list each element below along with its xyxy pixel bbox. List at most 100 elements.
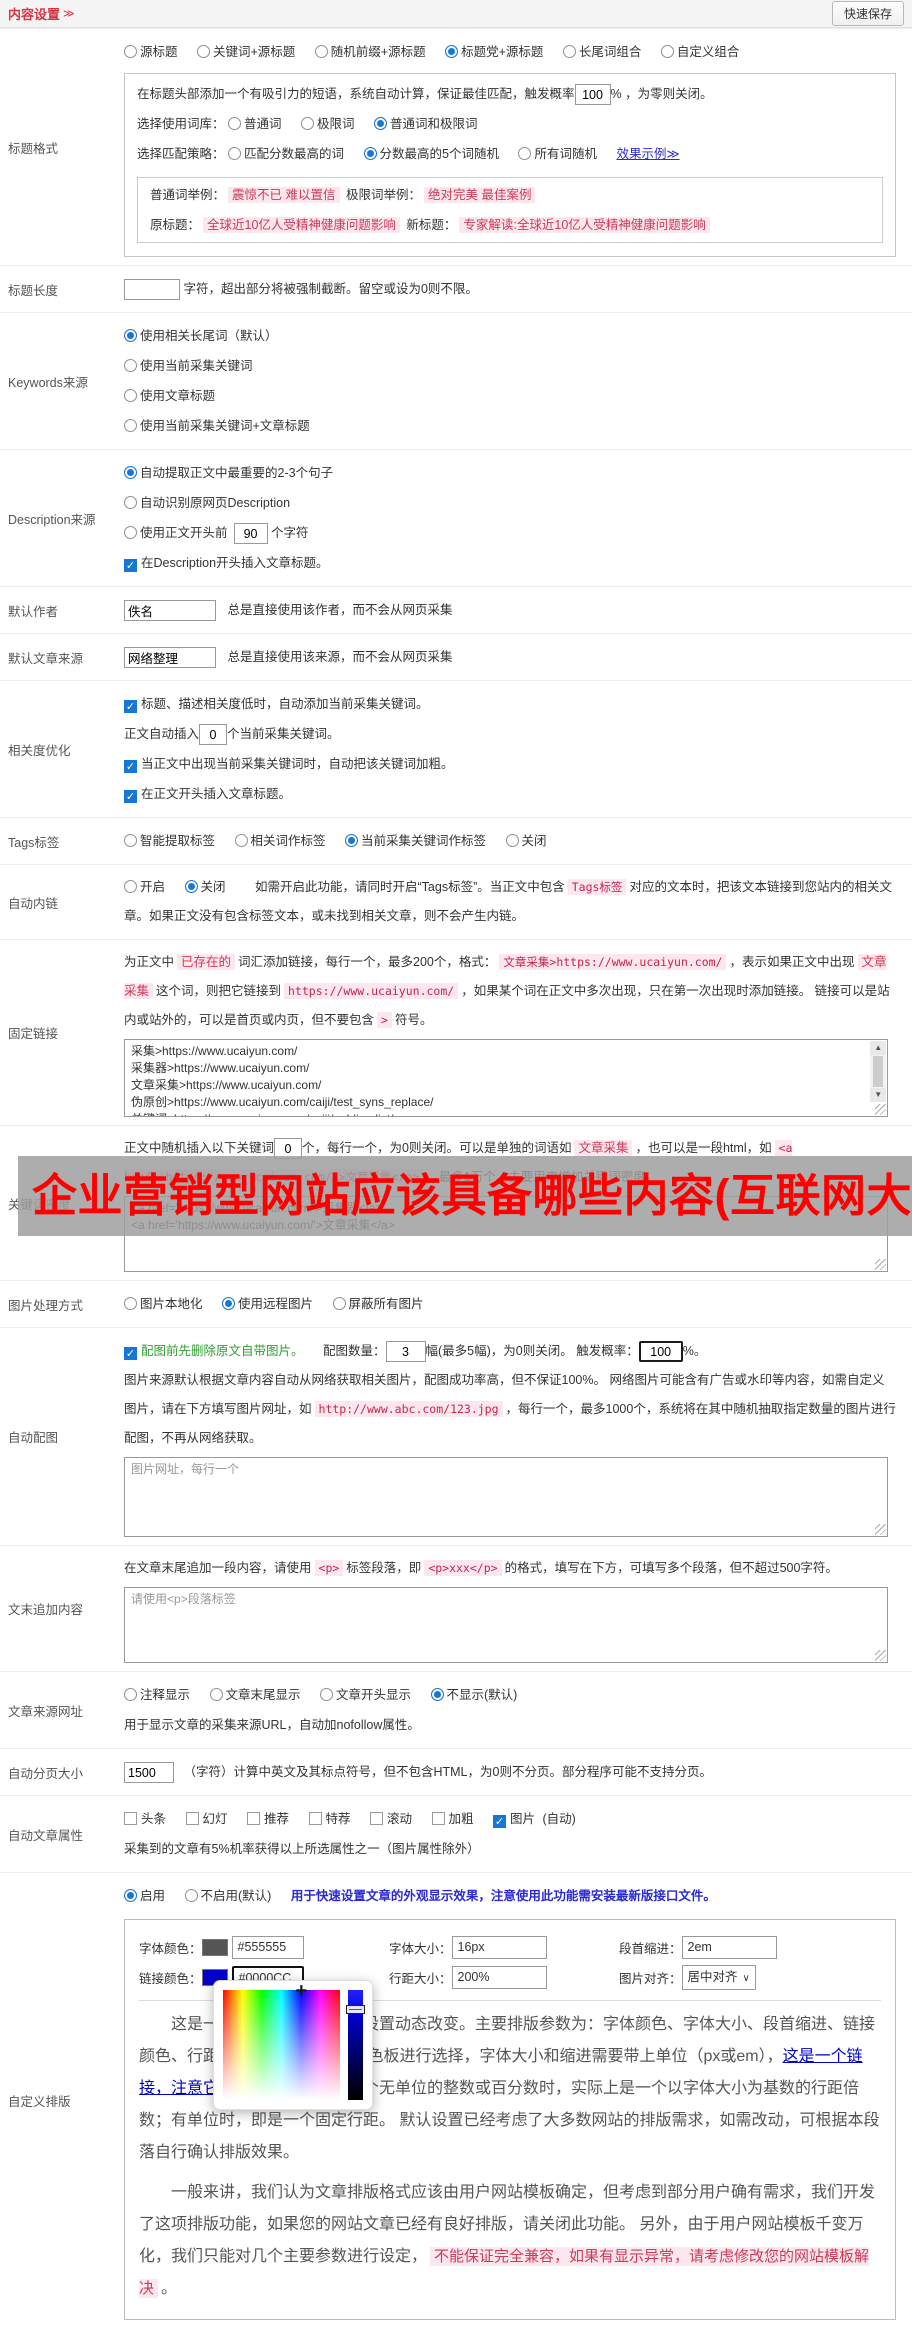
resize-handle-icon[interactable]: [875, 1259, 887, 1270]
radio-article-title[interactable]: 使用文章标题: [124, 381, 215, 411]
select-value: 居中对齐: [687, 1970, 738, 1984]
resize-handle-icon[interactable]: [875, 1524, 887, 1535]
checkbox-attr-image[interactable]: 图片: [493, 1804, 535, 1834]
radio-highest-score[interactable]: 匹配分数最高的词: [228, 139, 344, 169]
quick-save-button[interactable]: 快速保存: [831, 1, 904, 26]
radio-smart-tags[interactable]: 智能提取标签: [124, 826, 215, 856]
radio-icon: [124, 834, 137, 847]
checkbox-insert-title-in-description[interactable]: 在Description开头插入文章标题。: [124, 548, 329, 578]
hint-text: 正文自动插入: [124, 727, 200, 741]
radio-hide-source[interactable]: 不显示(默认): [430, 1680, 517, 1710]
radio-icon: [124, 880, 137, 893]
font-color-input[interactable]: #555555: [231, 1936, 304, 1959]
slider-handle[interactable]: [346, 2005, 365, 2014]
radio-label: 自动提取正文中最重要的2-3个句子: [140, 466, 334, 480]
row-source-url: 文章来源网址 注释显示 文章末尾显示 文章开头显示 不显示(默认) 用于显示文章…: [0, 1671, 912, 1748]
indent-input[interactable]: 2em: [681, 1936, 777, 1959]
font-size-input[interactable]: 16px: [451, 1936, 547, 1959]
radio-custom-combo[interactable]: 自定义组合: [660, 37, 739, 67]
scrollbar[interactable]: [870, 1041, 887, 1102]
checkbox-attr-special[interactable]: 特荐: [308, 1804, 351, 1834]
row-label: 固定链接: [8, 1027, 59, 1041]
row-label: Description来源: [8, 512, 96, 527]
checkbox-attr-scroll[interactable]: 滚动: [370, 1804, 412, 1834]
radio-show-at-end[interactable]: 文章末尾显示: [209, 1680, 301, 1710]
color-picker-hue-slider[interactable]: [346, 1990, 365, 2100]
radio-current-keywords-tags[interactable]: 当前采集关键词作标签: [345, 826, 486, 856]
default-source-input[interactable]: [124, 647, 216, 669]
radio-show-as-comment[interactable]: 注释显示: [124, 1680, 190, 1710]
description-chars-input[interactable]: [233, 523, 268, 545]
radio-keywords-plus-title[interactable]: 使用当前采集关键词+文章标题: [124, 411, 310, 441]
radio-tags-off[interactable]: 关闭: [505, 826, 547, 856]
row-label: 默认文章来源: [8, 651, 84, 666]
radio-auto-extract-sentences[interactable]: 自动提取正文中最重要的2-3个句子: [124, 458, 333, 488]
radio-show-at-start[interactable]: 文章开头显示: [320, 1680, 411, 1710]
radio-longtail-combo[interactable]: 长尾词组合: [562, 37, 641, 67]
radio-related-words-tags[interactable]: 相关词作标签: [234, 826, 326, 856]
radio-normal-words[interactable]: 普通词: [228, 109, 282, 139]
field-label: 链接颜色：: [139, 1972, 202, 1986]
checkbox-add-keywords-low-relevance[interactable]: 标题、描述相关度低时，自动添加当前采集关键词。: [124, 689, 429, 719]
radio-remote-images[interactable]: 使用远程图片: [222, 1289, 313, 1319]
radio-typeset-disable[interactable]: 不启用(默认): [184, 1881, 271, 1911]
scroll-thumb[interactable]: [873, 1056, 884, 1087]
page-size-input[interactable]: [124, 1762, 174, 1784]
radio-detect-page-description[interactable]: 自动识别原网页Description: [124, 488, 290, 518]
row-default-source: 默认文章来源 总是直接使用该来源，而不会从网页采集: [0, 633, 912, 680]
radio-current-keywords[interactable]: 使用当前采集关键词: [124, 351, 253, 381]
image-urls-textarea[interactable]: 图片网址，每行一个: [124, 1457, 889, 1537]
radio-prefix-source-title[interactable]: 随机前缀+源标题: [314, 37, 426, 67]
radio-label: 使用当前采集关键词+文章标题: [140, 419, 310, 433]
chevron-down-icon[interactable]: [63, 7, 75, 20]
row-label: 自动内链: [8, 896, 59, 911]
scroll-down-icon[interactable]: [870, 1088, 887, 1102]
radio-label: 使用远程图片: [238, 1297, 314, 1311]
radio-typeset-enable[interactable]: 启用: [124, 1881, 165, 1911]
title-length-input[interactable]: [124, 279, 180, 301]
radio-related-longtail[interactable]: 使用相关长尾词（默认）: [124, 321, 278, 351]
checkbox-insert-title-at-start[interactable]: 在正文开头插入文章标题。: [124, 779, 291, 809]
radio-all-random[interactable]: 所有词随机: [518, 139, 597, 169]
color-picker-saturation-area[interactable]: [223, 1990, 340, 2100]
checkbox-delete-original-images[interactable]: 配图前先删除原文自带图片。: [124, 1336, 304, 1366]
radio-localize-images[interactable]: 图片本地化: [124, 1289, 203, 1319]
checkbox-attr-recommend[interactable]: 推荐: [247, 1804, 289, 1834]
trigger-probability-input[interactable]: [574, 84, 611, 106]
radio-keyword-source-title[interactable]: 关键词+源标题: [197, 37, 295, 67]
checkbox-attr-slide[interactable]: 幻灯: [185, 1804, 228, 1834]
checkbox-attr-bold[interactable]: 加粗: [431, 1804, 474, 1834]
fixed-links-textarea[interactable]: 采集>https://www.ucaiyun.com/ 采集器>https://…: [124, 1039, 889, 1117]
row-relevance-optimization: 相关度优化 标题、描述相关度低时，自动添加当前采集关键词。 正文自动插入 个当前采…: [0, 680, 912, 817]
row-label: 自动配图: [8, 1431, 59, 1445]
image-probability-input[interactable]: [638, 1341, 683, 1363]
radio-innerlink-on[interactable]: 开启: [124, 873, 165, 902]
effect-example-link[interactable]: 效果示例≫: [616, 147, 679, 161]
radio-both-words[interactable]: 普通词和极限词: [374, 109, 478, 139]
radio-icon: [332, 1297, 346, 1310]
font-color-swatch[interactable]: [201, 1939, 228, 1956]
radio-extreme-words[interactable]: 极限词: [301, 109, 355, 139]
line-height-input[interactable]: 200%: [451, 1966, 547, 1989]
resize-handle-icon[interactable]: [875, 1104, 887, 1115]
resize-handle-icon[interactable]: [875, 1650, 887, 1661]
checkbox-label: 特荐: [325, 1812, 351, 1826]
row-default-author: 默认作者 总是直接使用该作者，而不会从网页采集: [0, 586, 912, 633]
radio-source-title[interactable]: 源标题: [124, 37, 178, 67]
insert-keywords-count-input[interactable]: [199, 724, 228, 746]
picker-crosshair-icon[interactable]: [296, 1980, 308, 2003]
append-content-textarea[interactable]: 请使用<p>段落标签: [124, 1587, 889, 1663]
radio-block-images[interactable]: 屏蔽所有图片: [332, 1289, 424, 1319]
radio-use-body-start[interactable]: 使用正文开头前: [124, 518, 228, 548]
checkbox-bold-keywords[interactable]: 当正文中出现当前采集关键词时，自动把该关键词加粗。: [124, 749, 454, 779]
radio-clickbait-source-title[interactable]: 标题党+源标题: [445, 37, 543, 67]
image-align-select[interactable]: 居中对齐: [681, 1965, 756, 1990]
default-author-input[interactable]: [124, 600, 216, 622]
radio-innerlink-off[interactable]: 关闭: [184, 873, 226, 902]
checkbox-checked-icon: [124, 559, 137, 572]
image-count-input[interactable]: [385, 1341, 426, 1363]
radio-icon-selected: [374, 117, 387, 130]
scroll-up-icon[interactable]: [870, 1041, 887, 1055]
checkbox-attr-headline[interactable]: 头条: [124, 1804, 166, 1834]
radio-top5-random[interactable]: 分数最高的5个词随机: [363, 139, 499, 169]
